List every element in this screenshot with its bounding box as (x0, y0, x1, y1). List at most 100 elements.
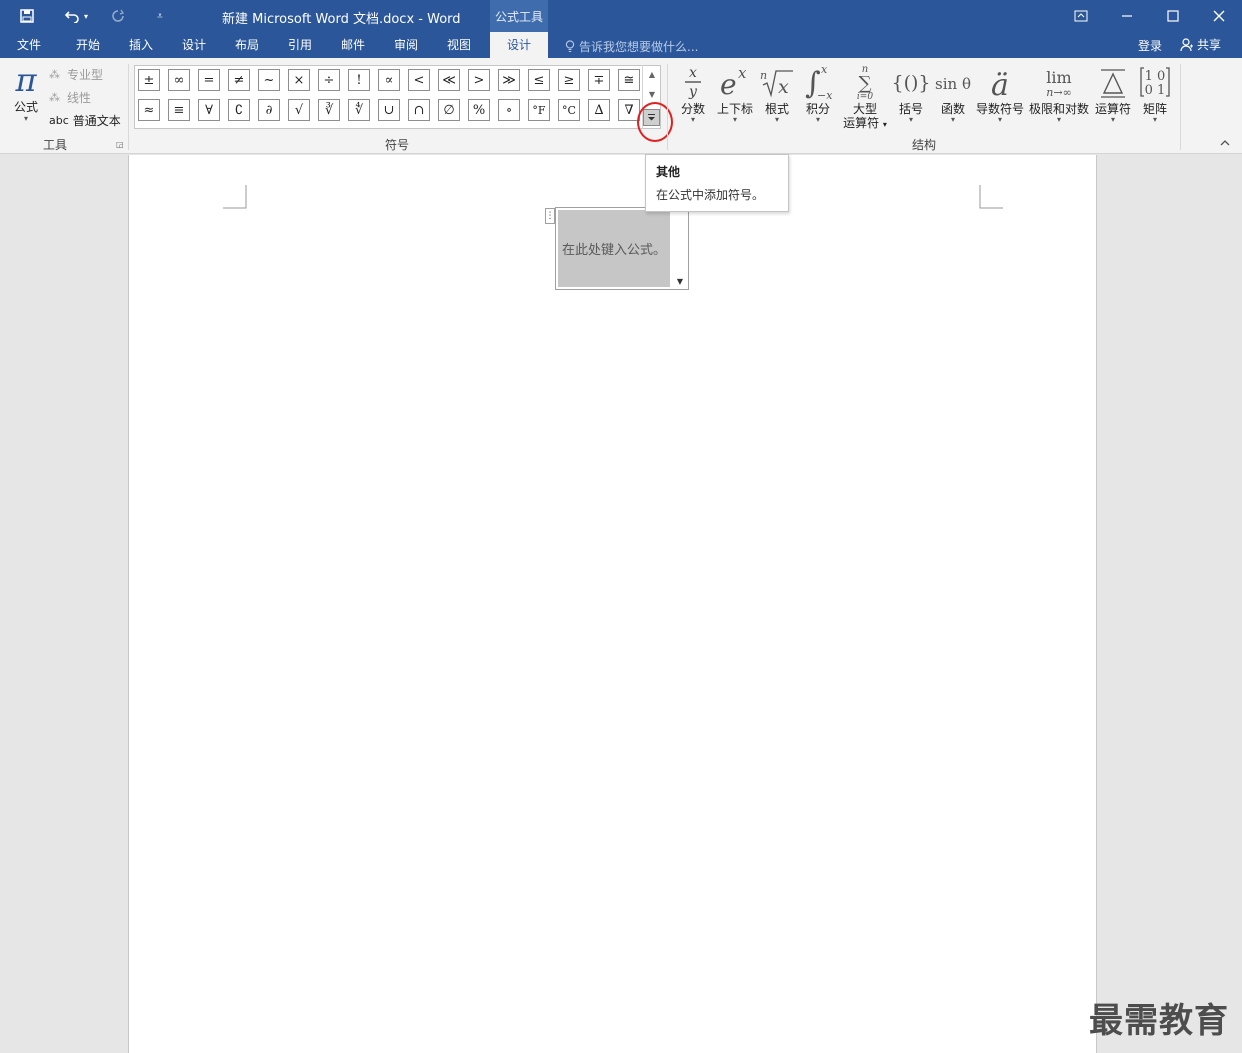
accent-button[interactable]: ä 导数符号 ▾ (975, 62, 1025, 124)
equation-container[interactable]: 在此处键入公式。 ▼ (555, 207, 689, 290)
symbol-button[interactable]: ! (348, 69, 370, 91)
symbol-button[interactable]: ∅ (438, 99, 460, 121)
equation-button[interactable]: π 公式 ▾ (10, 62, 42, 123)
symbol-button[interactable]: ∝ (378, 69, 400, 91)
symbol-button[interactable]: ± (138, 69, 160, 91)
symbol-button[interactable]: ~ (258, 69, 280, 91)
symbol-button[interactable]: ≫ (498, 69, 520, 91)
symbol-button[interactable]: √ (288, 99, 310, 121)
tab-view[interactable]: 视图 (433, 32, 485, 58)
symbol-button[interactable]: ÷ (318, 69, 340, 91)
document-page[interactable]: ⋮ 在此处键入公式。 ▼ (128, 155, 1097, 1053)
large-operator-button[interactable]: n ∑ i=0 大型 运算符 ▾ (840, 62, 890, 132)
chevron-down-icon: ▾ (732, 115, 737, 124)
collapse-ribbon-icon[interactable] (1220, 138, 1230, 149)
chevron-down-icon: ▾ (1152, 115, 1157, 124)
svg-text:i=0: i=0 (857, 92, 873, 101)
symbol-button[interactable]: > (468, 69, 490, 91)
symbol-button[interactable]: ∓ (588, 69, 610, 91)
group-label-symbols: 符号 (385, 138, 410, 152)
script-button[interactable]: ex 上下标 ▾ (714, 62, 756, 124)
dialog-launcher-icon[interactable]: ◲ (116, 140, 124, 149)
gallery-scroll-down-icon[interactable]: ▼ (643, 85, 661, 103)
minimize-icon[interactable] (1104, 0, 1150, 32)
tab-design[interactable]: 设计 (168, 32, 220, 58)
linear-button[interactable]: ⁂ 线性 (49, 89, 91, 106)
professional-button[interactable]: ⁂ 专业型 (49, 66, 103, 83)
large-operator-icon: n ∑ i=0 (840, 62, 890, 102)
script-icon: ex (714, 62, 756, 102)
tab-layout[interactable]: 布局 (221, 32, 273, 58)
symbol-button[interactable]: ≥ (558, 69, 580, 91)
tab-mailings[interactable]: 邮件 (327, 32, 379, 58)
symbol-button[interactable]: ∂ (258, 99, 280, 121)
undo-icon[interactable]: ▾ (58, 4, 94, 28)
symbol-button[interactable]: °F (528, 99, 550, 121)
symbol-button[interactable]: ≡ (168, 99, 190, 121)
chevron-down-icon: ▾ (1110, 115, 1115, 124)
symbol-button[interactable]: ∜ (348, 99, 370, 121)
limit-log-icon: lim n→∞ (1027, 62, 1091, 102)
svg-text:−x: −x (817, 89, 833, 101)
context-tab-equation-tools: 公式工具 (490, 0, 548, 32)
login-button[interactable]: 登录 (1138, 37, 1162, 54)
equation-drag-handle[interactable]: ⋮ (545, 208, 555, 224)
tell-me-search[interactable]: 告诉我您想要做什么... (565, 38, 698, 55)
function-button[interactable]: sin θ 函数 ▾ (934, 62, 972, 124)
operator-button[interactable]: 运算符 ▾ (1093, 62, 1133, 124)
equation-placeholder[interactable]: 在此处键入公式。 (558, 210, 670, 287)
symbol-button[interactable]: = (198, 69, 220, 91)
symbol-button[interactable]: ∆ (588, 99, 610, 121)
svg-text:x: x (821, 63, 828, 76)
symbol-button[interactable]: ∘ (498, 99, 520, 121)
svg-text:e: e (720, 68, 737, 100)
symbol-button[interactable]: ≤ (528, 69, 550, 91)
fraction-button[interactable]: xy 分数 ▾ (676, 62, 710, 124)
symbol-button[interactable]: ∞ (168, 69, 190, 91)
function-icon: sin θ (934, 62, 972, 102)
normal-text-button[interactable]: abc 普通文本 (49, 112, 121, 129)
symbol-button[interactable]: < (408, 69, 430, 91)
radical-button[interactable]: nx 根式 ▾ (758, 62, 796, 124)
tab-equation-design[interactable]: 设计 (490, 32, 548, 58)
svg-text:sin θ: sin θ (935, 75, 971, 93)
chevron-down-icon: ▾ (1056, 115, 1061, 124)
share-button[interactable]: 共享 (1180, 36, 1221, 53)
close-icon[interactable] (1196, 0, 1242, 32)
symbol-button[interactable]: ≈ (138, 99, 160, 121)
matrix-button[interactable]: 1 00 1 矩阵 ▾ (1136, 62, 1174, 124)
gallery-scroll-up-icon[interactable]: ▲ (643, 65, 661, 83)
symbol-button[interactable]: °C (558, 99, 580, 121)
symbol-button[interactable]: ∪ (378, 99, 400, 121)
normal-text-label: 普通文本 (72, 114, 121, 128)
redo-icon[interactable] (106, 4, 130, 28)
tab-home[interactable]: 开始 (62, 32, 114, 58)
tab-file[interactable]: 文件 (0, 32, 58, 58)
symbol-button[interactable]: % (468, 99, 490, 121)
bracket-label: 括号 (898, 102, 923, 116)
symbol-button[interactable]: ∁ (228, 99, 250, 121)
svg-text:x: x (689, 65, 697, 81)
symbol-button[interactable]: ≅ (618, 69, 640, 91)
tab-references[interactable]: 引用 (274, 32, 326, 58)
symbol-button[interactable]: ∛ (318, 99, 340, 121)
integral-button[interactable]: ∫ x −x 积分 ▾ (800, 62, 836, 124)
symbol-button[interactable]: ∩ (408, 99, 430, 121)
tooltip-title: 其他 (656, 165, 681, 179)
save-icon[interactable] (14, 4, 40, 28)
equation-options-icon[interactable]: ▼ (673, 274, 687, 288)
symbol-button[interactable]: ∀ (198, 99, 220, 121)
svg-text:lim: lim (1046, 68, 1071, 87)
limit-log-button[interactable]: lim n→∞ 极限和对数 ▾ (1027, 62, 1091, 124)
large-operator-label-2: 运算符 ▾ (843, 116, 887, 130)
tab-review[interactable]: 审阅 (380, 32, 432, 58)
symbol-button[interactable]: ≪ (438, 69, 460, 91)
customize-qat-icon[interactable]: ⩡ (150, 4, 170, 28)
symbol-button[interactable]: ≠ (228, 69, 250, 91)
ribbon-display-icon[interactable] (1058, 0, 1104, 32)
tab-insert[interactable]: 插入 (116, 32, 166, 58)
bracket-button[interactable]: {()} 括号 ▾ (893, 62, 929, 124)
maximize-icon[interactable] (1150, 0, 1196, 32)
symbol-button[interactable]: × (288, 69, 310, 91)
group-separator (667, 64, 668, 150)
